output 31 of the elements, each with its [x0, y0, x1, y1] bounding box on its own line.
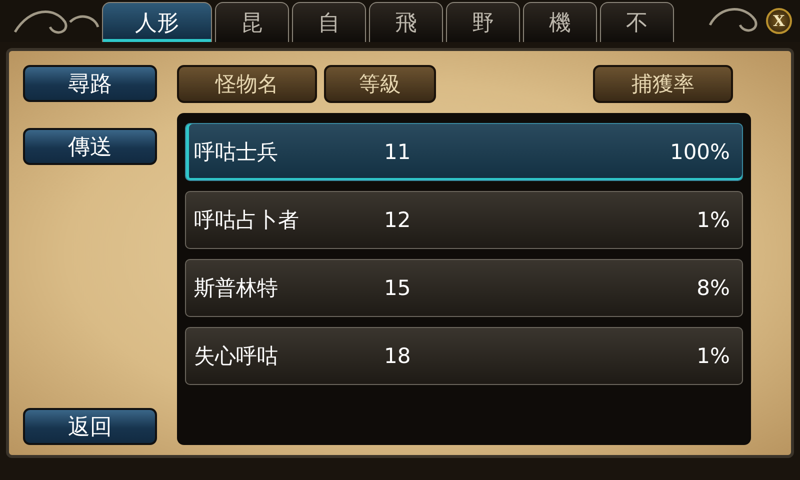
- column-header-button[interactable]: 等級: [324, 65, 436, 103]
- column-header-button[interactable]: 怪物名: [177, 65, 317, 103]
- category-tab[interactable]: 昆: [215, 2, 289, 42]
- back-button[interactable]: 返回: [23, 408, 157, 445]
- monster-level: 12: [384, 208, 412, 232]
- capture-rate: 1%: [696, 208, 730, 232]
- monster-name: 呼咕士兵: [194, 139, 279, 166]
- action-button[interactable]: 傳送: [23, 128, 157, 165]
- capture-rate: 100%: [668, 140, 730, 164]
- monster-row[interactable]: 斯普林特 15 8%: [185, 259, 743, 317]
- category-tab[interactable]: 飛: [369, 2, 443, 42]
- monster-level: 18: [384, 344, 412, 368]
- capture-rate: 1%: [696, 344, 730, 368]
- monster-level: 15: [384, 276, 412, 300]
- category-tab[interactable]: 自: [292, 2, 366, 42]
- close-button[interactable]: X: [766, 8, 792, 34]
- category-tab[interactable]: 機: [523, 2, 597, 42]
- category-tab[interactable]: 不: [600, 2, 674, 42]
- monster-row[interactable]: 呼咕士兵 11 100%: [185, 123, 743, 181]
- column-header-button[interactable]: 捕獲率: [593, 65, 733, 103]
- capture-rate: 8%: [696, 276, 730, 300]
- monster-row[interactable]: 呼咕占卜者 12 1%: [185, 191, 743, 249]
- category-tab[interactable]: 野: [446, 2, 520, 42]
- monster-name: 斯普林特: [194, 275, 279, 302]
- monster-level: 11: [384, 140, 412, 164]
- action-button[interactable]: 尋路: [23, 65, 157, 102]
- monster-name: 失心呼咕: [194, 343, 279, 370]
- ornament-icon: [708, 8, 758, 34]
- monster-name: 呼咕占卜者: [194, 207, 300, 234]
- category-tab[interactable]: 人形: [102, 2, 212, 42]
- monster-row[interactable]: 失心呼咕 18 1%: [185, 327, 743, 385]
